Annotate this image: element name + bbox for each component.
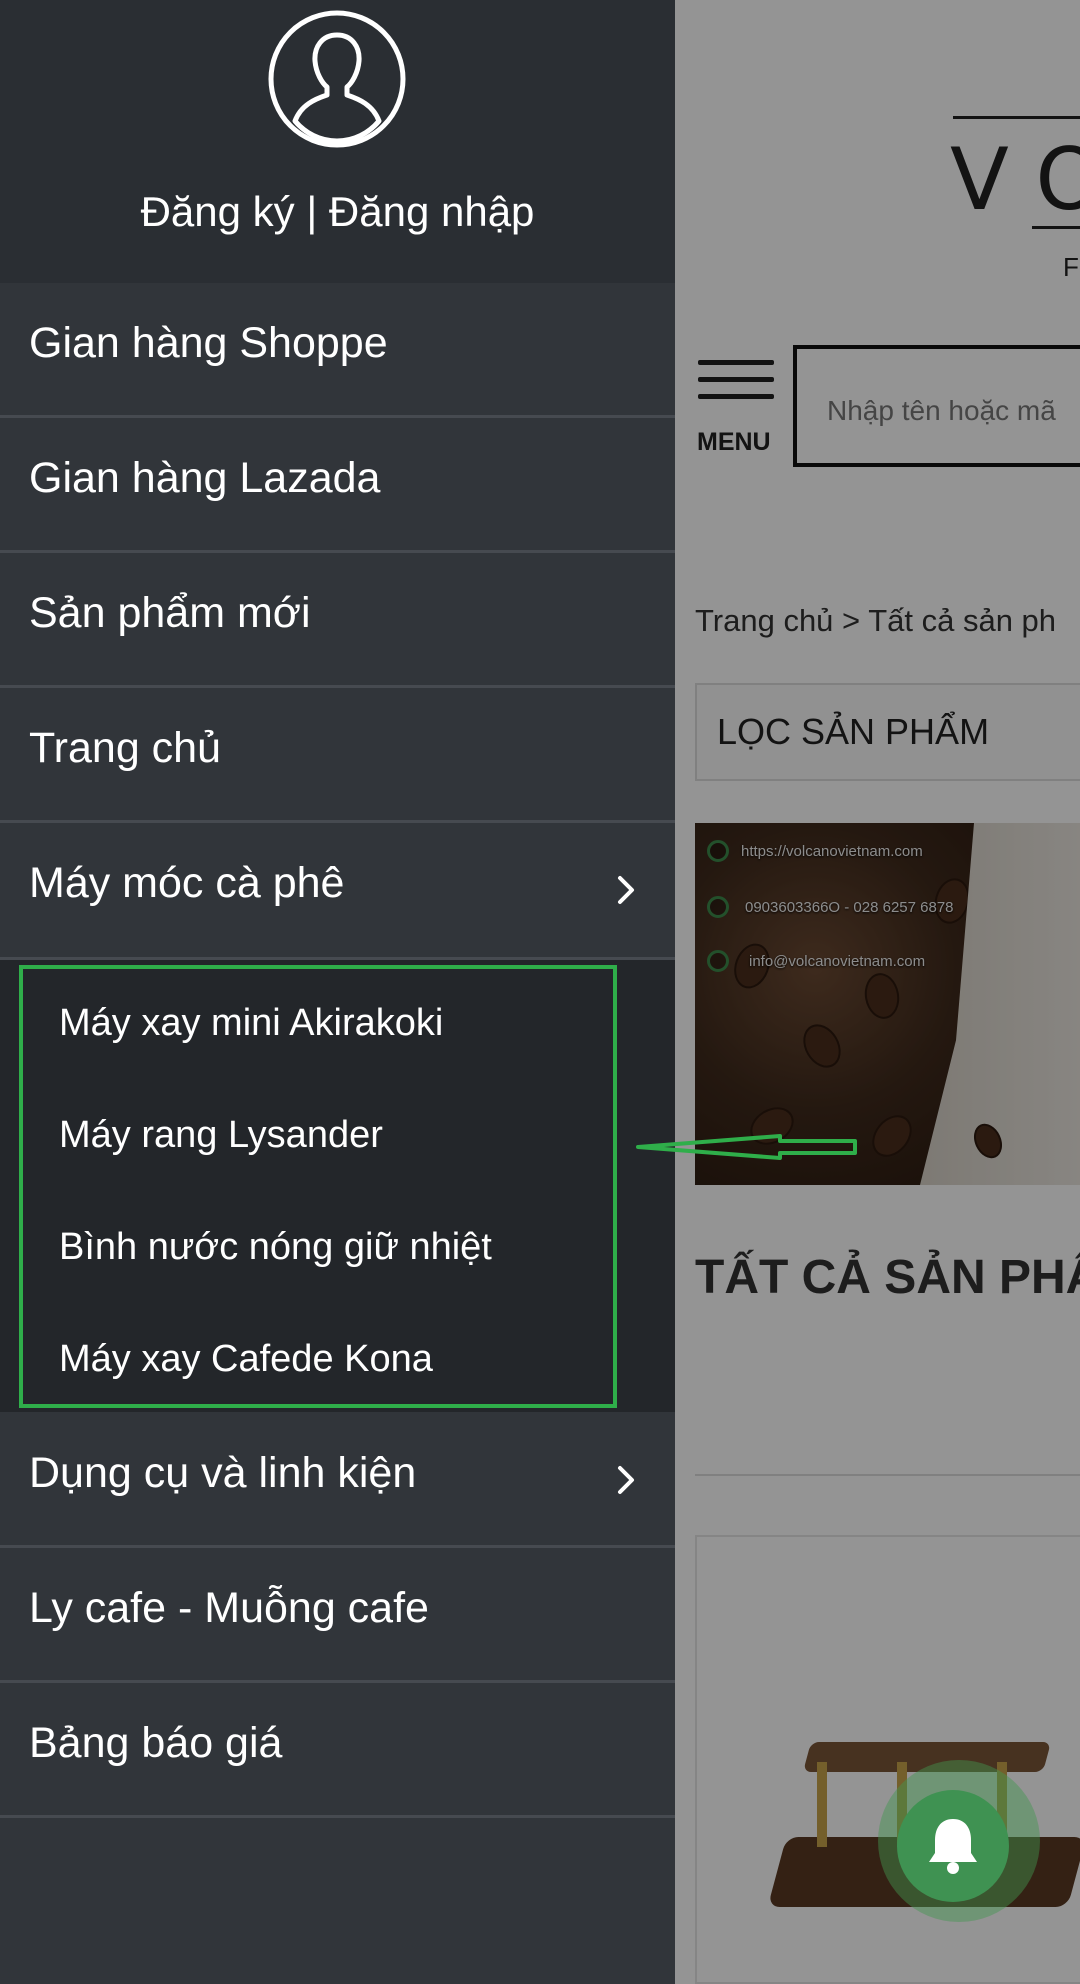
nav-item-cups-spoons[interactable]: Ly cafe - Muỗng cafe (0, 1548, 675, 1683)
side-drawer: Đăng ký | Đăng nhập Gian hàng Shoppe Gia… (0, 0, 675, 1984)
nav-item-label: Trang chủ (29, 724, 222, 772)
submenu-item-cafede-kona[interactable]: Máy xay Cafede Kona (0, 1308, 675, 1418)
nav-item-label: Bảng báo giá (29, 1719, 283, 1767)
nav-item-price-list[interactable]: Bảng báo giá (0, 1683, 675, 1818)
nav-item-label: Ly cafe - Muỗng cafe (29, 1584, 429, 1632)
submenu-item-label: Máy rang Lysander (59, 1114, 383, 1156)
nav-item-label: Dụng cụ và linh kiện (29, 1449, 417, 1497)
submenu-coffee-machines: Máy xay mini Akirakoki Máy rang Lysander… (0, 960, 675, 1412)
drawer-backdrop[interactable] (675, 0, 1080, 1984)
submenu-item-akirakoki[interactable]: Máy xay mini Akirakoki (0, 972, 675, 1082)
chevron-right-icon[interactable] (610, 1463, 640, 1497)
nav-item-label: Sản phẩm mới (29, 589, 311, 637)
nav-item-label: Máy móc cà phê (29, 859, 345, 907)
nav-item-coffee-machines[interactable]: Máy móc cà phê (0, 823, 675, 960)
nav-item-label: Gian hàng Lazada (29, 454, 381, 502)
chevron-right-icon[interactable] (610, 873, 640, 907)
bell-icon (929, 1819, 977, 1874)
submenu-item-lysander[interactable]: Máy rang Lysander (0, 1084, 675, 1194)
nav-item-lazada[interactable]: Gian hàng Lazada (0, 418, 675, 553)
submenu-item-label: Máy xay Cafede Kona (59, 1338, 433, 1380)
register-login-link[interactable]: Đăng ký | Đăng nhập (0, 188, 675, 236)
user-avatar-icon[interactable] (267, 9, 407, 149)
notification-bell-button[interactable] (897, 1790, 1009, 1902)
nav-item-new-products[interactable]: Sản phẩm mới (0, 553, 675, 688)
nav-item-shopee[interactable]: Gian hàng Shoppe (0, 283, 675, 418)
nav-item-tools-parts[interactable]: Dụng cụ và linh kiện (0, 1413, 675, 1548)
nav-item-label: Gian hàng Shoppe (29, 319, 388, 367)
submenu-item-thermos[interactable]: Bình nước nóng giữ nhiệt (0, 1196, 675, 1306)
annotation-arrow-icon (636, 1134, 857, 1160)
nav-item-home[interactable]: Trang chủ (0, 688, 675, 823)
drawer-header: Đăng ký | Đăng nhập (0, 0, 675, 283)
submenu-item-label: Máy xay mini Akirakoki (59, 1002, 444, 1044)
submenu-item-label: Bình nước nóng giữ nhiệt (59, 1226, 492, 1268)
